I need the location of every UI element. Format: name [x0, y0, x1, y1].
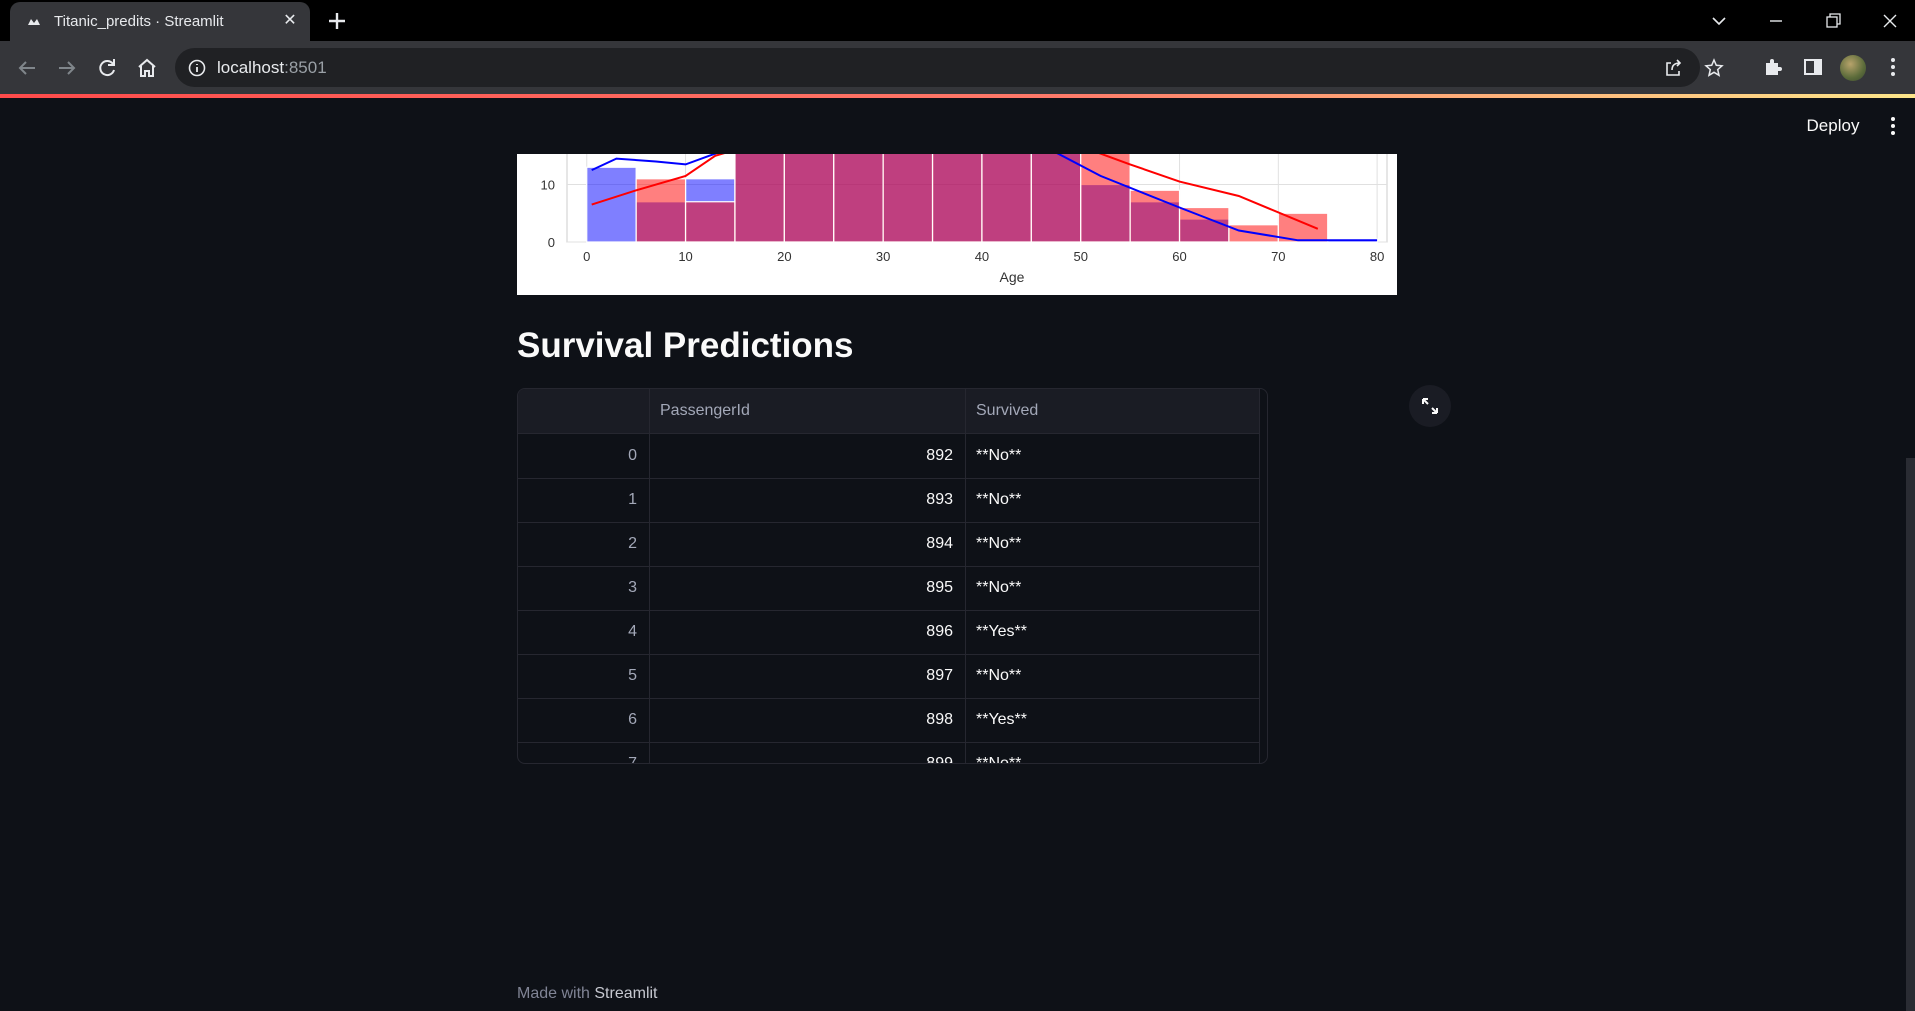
y-tick-label: 0: [548, 235, 555, 250]
histogram-bar: [833, 154, 884, 243]
x-tick-label: 80: [1370, 249, 1384, 264]
table-row[interactable]: 7 899 **No**: [518, 742, 1260, 763]
x-tick-label: 10: [678, 249, 692, 264]
table-cell-survived[interactable]: **Yes**: [966, 698, 1260, 742]
footer-streamlit-link[interactable]: Streamlit: [594, 985, 657, 1002]
histogram-bar: [882, 154, 934, 243]
deploy-button[interactable]: Deploy: [1793, 113, 1873, 139]
footer-made-with: Made with: [517, 985, 590, 1002]
table-header-passengerid[interactable]: PassengerId: [650, 389, 966, 433]
address-bar[interactable]: localhost:8501: [175, 48, 1724, 87]
table-row[interactable]: 4 896 **Yes**: [518, 610, 1260, 655]
tab-search-chevron-down-icon[interactable]: [1705, 7, 1733, 35]
fullscreen-button[interactable]: [1409, 385, 1451, 427]
extensions-puzzle-icon[interactable]: [1760, 54, 1786, 80]
table-cell-index[interactable]: 2: [518, 522, 650, 566]
histogram-bar: [684, 201, 736, 243]
minimize-icon[interactable]: [1762, 7, 1790, 35]
bookmark-star-icon[interactable]: [1703, 57, 1725, 79]
table-cell-survived[interactable]: **No**: [966, 654, 1260, 698]
table-cell-index[interactable]: 1: [518, 478, 650, 522]
table-cell-index[interactable]: 4: [518, 610, 650, 654]
table-cell-survived[interactable]: **No**: [966, 434, 1260, 478]
histogram-bar: [734, 154, 785, 243]
x-tick-label: 40: [975, 249, 989, 264]
tab-title: Titanic_predits · Streamlit: [54, 13, 224, 30]
table-cell-survived[interactable]: **No**: [966, 478, 1260, 522]
x-tick-label: 70: [1271, 249, 1285, 264]
table-cell-passengerid[interactable]: 898: [650, 698, 966, 742]
share-icon[interactable]: [1662, 57, 1684, 79]
back-arrow-icon[interactable]: [13, 54, 41, 82]
table-cell-passengerid[interactable]: 896: [650, 610, 966, 654]
url-text: localhost:8501: [217, 58, 327, 77]
new-tab-plus-icon[interactable]: [325, 9, 349, 33]
x-tick-label: 30: [876, 249, 890, 264]
table-cell-index[interactable]: 5: [518, 654, 650, 698]
table-cell-index[interactable]: 3: [518, 566, 650, 610]
table-cell-index[interactable]: 6: [518, 698, 650, 742]
restore-window-icon[interactable]: [1819, 7, 1847, 35]
page-scrollbar[interactable]: [1906, 458, 1915, 1011]
histogram-bar: [1030, 154, 1082, 243]
table-row[interactable]: 2 894 **No**: [518, 522, 1260, 567]
table-header-row: PassengerId Survived: [518, 389, 1260, 434]
table-row[interactable]: 3 895 **No**: [518, 566, 1260, 611]
reload-icon[interactable]: [93, 54, 121, 82]
streamlit-favicon-icon: [28, 19, 40, 25]
table-cell-survived[interactable]: **No**: [966, 522, 1260, 566]
table-header-survived[interactable]: Survived: [966, 389, 1260, 433]
x-axis-label: Age: [1000, 269, 1025, 285]
histogram-bar: [931, 154, 983, 243]
histogram-bar: [783, 154, 835, 243]
table-header-index[interactable]: [518, 389, 650, 433]
table-cell-index[interactable]: 7: [518, 742, 650, 763]
table-cell-survived[interactable]: **Yes**: [966, 610, 1260, 654]
table-cell-survived[interactable]: **No**: [966, 566, 1260, 610]
tab-close-icon[interactable]: ✕: [281, 12, 299, 30]
table-cell-passengerid[interactable]: 894: [650, 522, 966, 566]
histogram-svg: 0 10 20 30 40 50 60 70 80 0 10 Age: [541, 154, 1388, 285]
page-heading: Survival Predictions: [517, 326, 854, 365]
age-histogram-chart: 0 10 20 30 40 50 60 70 80 0 10 Age: [517, 154, 1397, 295]
table-cell-passengerid[interactable]: 895: [650, 566, 966, 610]
table-cell-passengerid[interactable]: 892: [650, 434, 966, 478]
table-row[interactable]: 5 897 **No**: [518, 654, 1260, 699]
table-cell-passengerid[interactable]: 893: [650, 478, 966, 522]
browser-toolbar: localhost:8501: [0, 41, 1915, 94]
x-tick-label: 20: [777, 249, 791, 264]
y-tick-label: 10: [541, 178, 555, 193]
side-panel-icon[interactable]: [1800, 54, 1826, 80]
close-window-icon[interactable]: [1876, 7, 1904, 35]
table-row[interactable]: 1 893 **No**: [518, 478, 1260, 523]
table-row[interactable]: 6 898 **Yes**: [518, 698, 1260, 743]
table-cell-passengerid[interactable]: 899: [650, 742, 966, 763]
table-cell-index[interactable]: 0: [518, 434, 650, 478]
browser-tab-bar: Titanic_predits · Streamlit ✕: [0, 0, 1915, 41]
expand-arrows-icon: [1422, 398, 1438, 414]
site-info-icon[interactable]: [187, 58, 207, 78]
histogram-bar: [981, 154, 1032, 243]
x-tick-label: 0: [583, 249, 590, 264]
app-menu-kebab-icon[interactable]: [1880, 113, 1906, 139]
streamlit-running-bar: [0, 94, 1915, 98]
x-tick-label: 50: [1074, 249, 1088, 264]
footer: Made with Streamlit: [517, 985, 658, 1003]
table-cell-passengerid[interactable]: 897: [650, 654, 966, 698]
predictions-dataframe[interactable]: PassengerId Survived 0 892 **No** 1 893 **No*…: [517, 388, 1268, 764]
profile-avatar[interactable]: [1840, 55, 1866, 81]
browser-menu-kebab-icon[interactable]: [1880, 54, 1906, 80]
home-icon[interactable]: [133, 54, 161, 82]
browser-tab[interactable]: Titanic_predits · Streamlit ✕: [10, 2, 310, 41]
table-cell-survived[interactable]: **No**: [966, 742, 1260, 763]
table-row[interactable]: 0 892 **No**: [518, 434, 1260, 479]
histogram-bar: [1080, 154, 1131, 243]
forward-arrow-icon[interactable]: [53, 54, 81, 82]
x-tick-label: 60: [1172, 249, 1186, 264]
